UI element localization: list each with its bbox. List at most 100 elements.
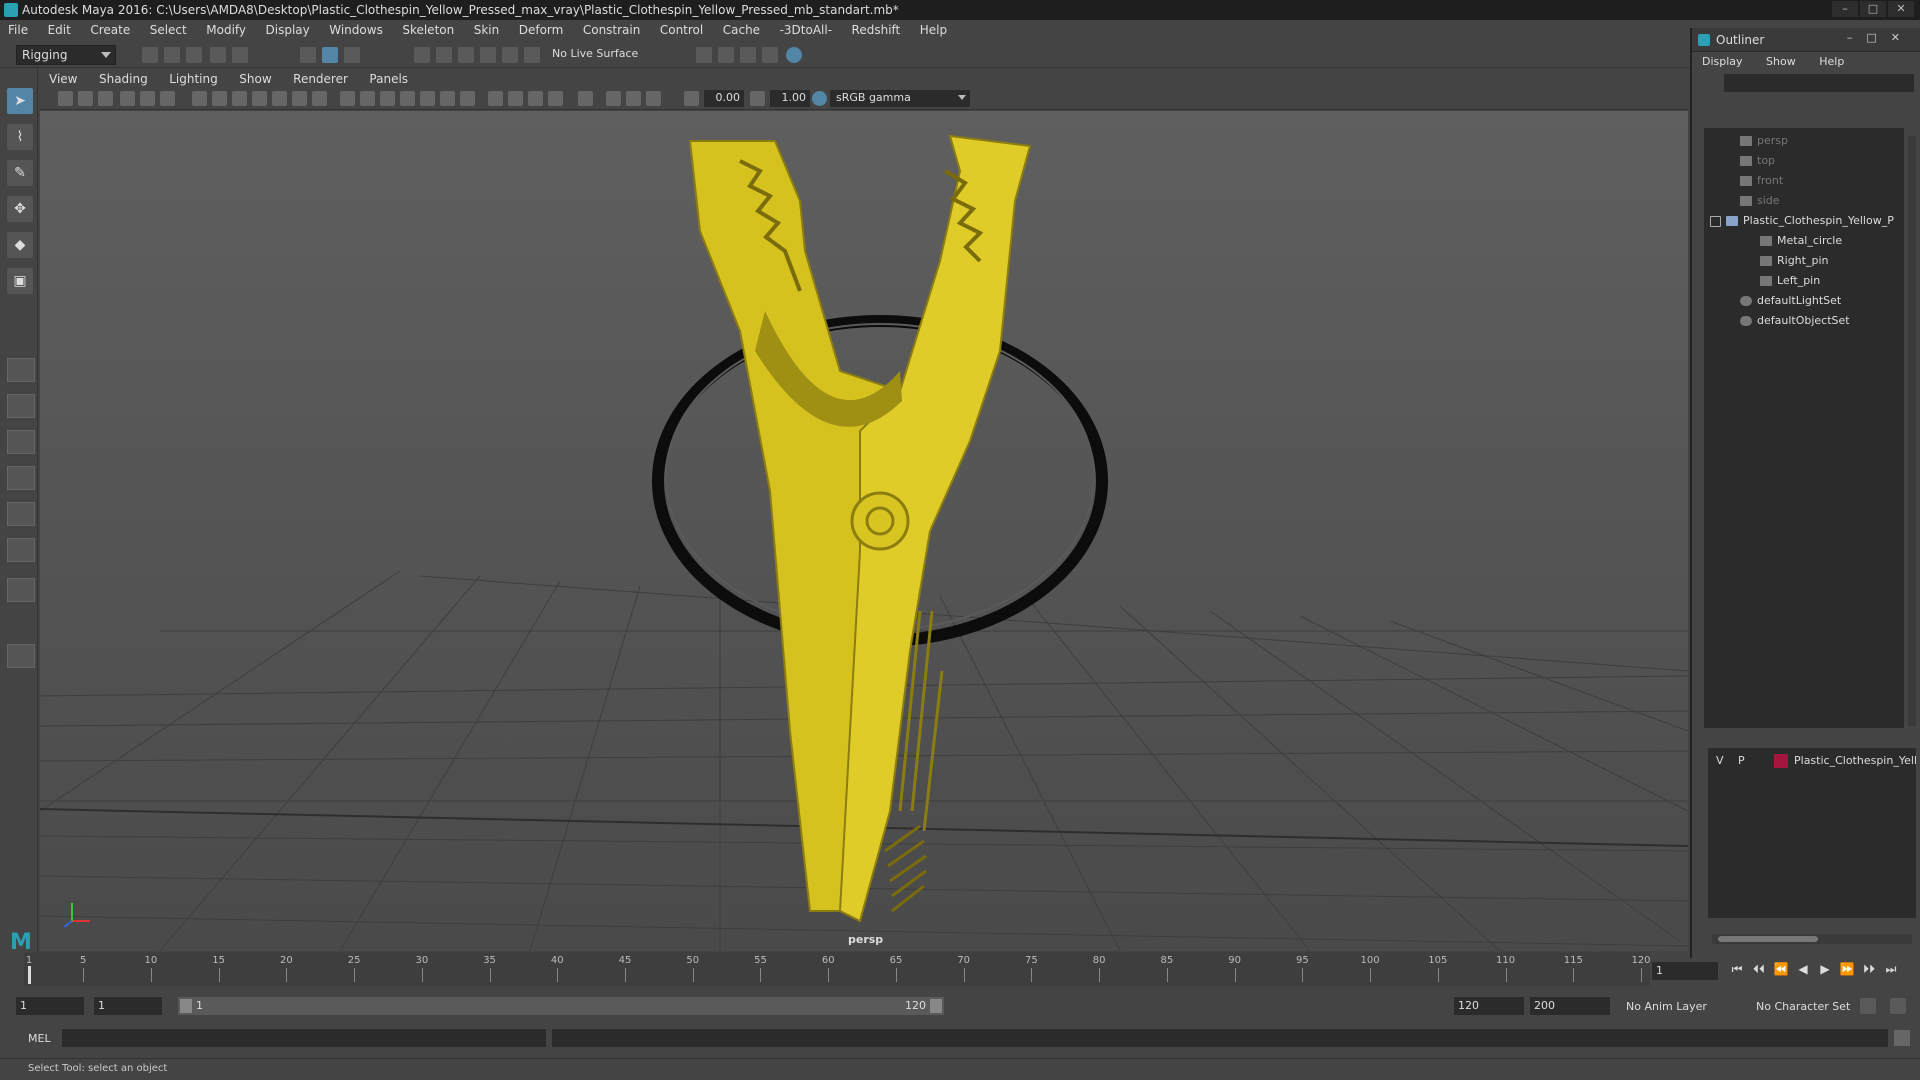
panel-menu-view[interactable]: View: [40, 70, 86, 88]
menu-set-dropdown[interactable]: Rigging: [16, 45, 116, 65]
new-scene-icon[interactable]: [142, 47, 158, 63]
gate-mask-icon[interactable]: [252, 91, 267, 106]
xray-icon[interactable]: [420, 91, 435, 106]
minimize-button[interactable]: –: [1832, 1, 1858, 17]
grid-icon[interactable]: [192, 91, 207, 106]
custom-layout-icon[interactable]: [7, 644, 35, 668]
list-item[interactable]: Metal_circle: [1760, 234, 1842, 252]
select-component-icon[interactable]: [344, 47, 360, 63]
outliner-menu-help[interactable]: Help: [1809, 55, 1854, 68]
menu-control[interactable]: Control: [652, 20, 711, 37]
motion-blur-icon[interactable]: [528, 91, 543, 106]
select-tool-icon[interactable]: ➤: [7, 88, 33, 114]
open-scene-icon[interactable]: [164, 47, 180, 63]
menu-deform[interactable]: Deform: [511, 20, 572, 37]
render-view-icon[interactable]: [762, 47, 778, 63]
use-default-material-icon[interactable]: [380, 91, 395, 106]
command-input[interactable]: [62, 1029, 546, 1047]
layer-visibility-toggle[interactable]: V: [1716, 754, 1724, 767]
range-end-handle[interactable]: [930, 999, 942, 1013]
camera-select-icon[interactable]: [58, 91, 73, 106]
select-hierarchy-icon[interactable]: [300, 47, 316, 63]
live-surface-label[interactable]: No Live Surface: [552, 47, 638, 60]
perspective-viewport[interactable]: persp: [40, 111, 1688, 951]
panel-menu-lighting[interactable]: Lighting: [160, 70, 227, 88]
menu-file[interactable]: File: [0, 20, 36, 37]
auto-key-icon[interactable]: [1860, 998, 1876, 1014]
bookmark-icon[interactable]: [98, 91, 113, 106]
list-item[interactable]: Left_pin: [1760, 274, 1820, 292]
xray-joints-icon[interactable]: [606, 91, 621, 106]
panel-menu-shading[interactable]: Shading: [90, 70, 157, 88]
list-item[interactable]: defaultLightSet: [1740, 294, 1841, 312]
gamma-icon[interactable]: [750, 91, 765, 106]
list-item[interactable]: front: [1740, 174, 1783, 192]
uv-layout-icon[interactable]: [7, 538, 35, 562]
scroll-thumb[interactable]: [1718, 936, 1818, 942]
field-chart-icon[interactable]: [272, 91, 287, 106]
snap-pivot-icon[interactable]: [524, 47, 540, 63]
scale-tool-icon[interactable]: ▣: [7, 268, 33, 294]
shadows-icon[interactable]: [488, 91, 503, 106]
single-perspective-layout-icon[interactable]: [7, 358, 35, 382]
snap-grid-icon[interactable]: [414, 47, 430, 63]
character-set-dropdown[interactable]: No Character Set: [1756, 1000, 1850, 1013]
gamma-field[interactable]: 1.00: [770, 90, 810, 107]
save-scene-icon[interactable]: [186, 47, 202, 63]
move-tool-icon[interactable]: ✥: [7, 196, 33, 222]
time-slider[interactable]: 1 5 10 15 20 25 30 35 40 45 50 55 60 65 70 75 80 85 90 95 1…: [24, 952, 1651, 986]
xray-active-icon[interactable]: [626, 91, 641, 106]
menu-windows[interactable]: Windows: [321, 20, 391, 37]
menu-constrain[interactable]: Constrain: [575, 20, 649, 37]
layer-horizontal-scrollbar[interactable]: [1712, 934, 1912, 944]
collapse-icon[interactable]: [1710, 215, 1721, 227]
outliner-menu-display[interactable]: Display: [1692, 55, 1753, 68]
backface-cull-icon[interactable]: [646, 91, 661, 106]
anim-layer-dropdown[interactable]: No Anim Layer: [1626, 1000, 1707, 1013]
use-all-lights-icon[interactable]: [460, 91, 475, 106]
color-management-icon[interactable]: [812, 91, 827, 106]
paint-select-icon[interactable]: ✎: [7, 160, 33, 186]
menu-skin[interactable]: Skin: [466, 20, 508, 37]
wireframe-icon[interactable]: [340, 91, 355, 106]
panel-menu-renderer[interactable]: Renderer: [284, 70, 357, 88]
menu-select[interactable]: Select: [142, 20, 195, 37]
film-gate-icon[interactable]: [212, 91, 227, 106]
step-back-key-button[interactable]: ⏴⏴: [1748, 962, 1770, 980]
animation-start-field[interactable]: 1: [16, 997, 84, 1015]
list-item[interactable]: top: [1740, 154, 1775, 172]
hypershade-icon[interactable]: [786, 47, 802, 63]
step-forward-key-button[interactable]: ⏵⏵: [1858, 962, 1880, 980]
step-forward-frame-button[interactable]: ⏩: [1836, 962, 1858, 980]
outliner-filter-field[interactable]: [1724, 74, 1914, 92]
command-language-toggle[interactable]: MEL: [28, 1032, 51, 1045]
layer-row[interactable]: V P Plastic_Clothespin_Yell: [1708, 752, 1917, 770]
redo-icon[interactable]: [232, 47, 248, 63]
panel-menu-show[interactable]: Show: [230, 70, 280, 88]
snap-surface-icon[interactable]: [502, 47, 518, 63]
list-item[interactable]: persp: [1740, 134, 1788, 152]
isolate-select-icon[interactable]: [578, 91, 593, 106]
script-editor-icon[interactable]: [1894, 1030, 1910, 1046]
snap-curve-icon[interactable]: [436, 47, 452, 63]
outliner-menu-show[interactable]: Show: [1756, 55, 1806, 68]
menu-cache[interactable]: Cache: [715, 20, 768, 37]
render-frame-icon[interactable]: [718, 47, 734, 63]
safe-action-icon[interactable]: [292, 91, 307, 106]
2d-pan-zoom-icon[interactable]: [140, 91, 155, 106]
ipr-render-icon[interactable]: [740, 47, 756, 63]
go-to-start-button[interactable]: ⏮: [1726, 962, 1748, 980]
menu-create[interactable]: Create: [82, 20, 138, 37]
list-item[interactable]: side: [1740, 194, 1780, 212]
anti-aliasing-icon[interactable]: [548, 91, 563, 106]
menu-redshift[interactable]: Redshift: [844, 20, 909, 37]
menu-modify[interactable]: Modify: [198, 20, 254, 37]
smooth-shade-icon[interactable]: [360, 91, 375, 106]
camera-attributes-icon[interactable]: [78, 91, 93, 106]
list-item[interactable]: Plastic_Clothespin_Yellow_P: [1710, 214, 1894, 232]
playback-start-field[interactable]: 1: [94, 997, 162, 1015]
animation-prefs-icon[interactable]: [1890, 998, 1906, 1014]
list-item[interactable]: defaultObjectSet: [1740, 314, 1850, 332]
play-forwards-button[interactable]: ▶: [1814, 962, 1836, 980]
step-back-frame-button[interactable]: ⏪: [1770, 962, 1792, 980]
